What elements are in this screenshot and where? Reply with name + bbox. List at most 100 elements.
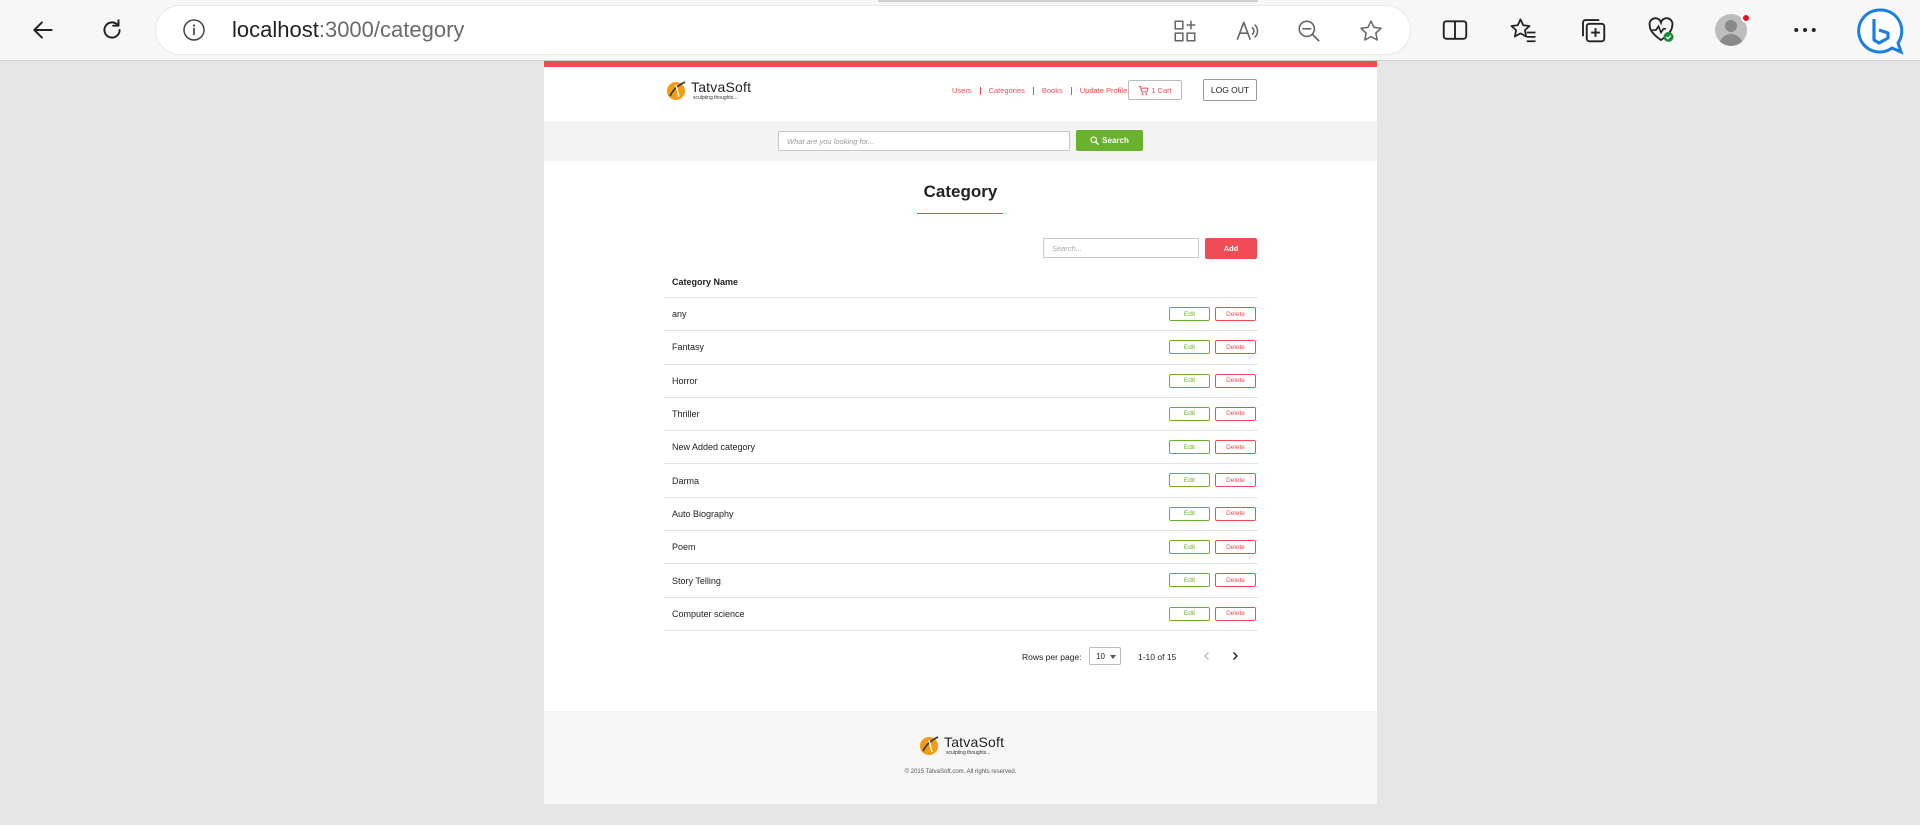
nav-update-profile-link[interactable]: Update Profile [1070,87,1136,95]
read-aloud-icon[interactable] [1234,18,1260,44]
delete-button[interactable]: Delete [1215,307,1256,321]
edit-button[interactable]: Edit [1169,606,1210,621]
logout-button[interactable]: LOG OUT [1203,79,1257,101]
browser-essentials-icon[interactable] [1646,15,1676,45]
chevron-right-icon[interactable] [1228,649,1242,663]
page-title: Category [923,182,998,201]
search-band: What are you looking for... Search [544,121,1377,161]
collections-icon[interactable] [1578,15,1608,45]
header-logo[interactable]: TatvaSoft sculpting thoughts... [664,78,751,102]
footer: TatvaSoft sculpting thoughts... © 2015 T… [544,711,1377,804]
rows-per-page-value: 10 [1096,652,1105,661]
category-name-cell: Horror [672,375,698,386]
table-row: any Edit Delete [664,298,1258,332]
category-name-cell: New Added category [672,442,756,453]
tab-strip-edge [878,0,1258,2]
nav-books-link[interactable]: Books [1032,87,1071,95]
table-row: Poem Edit Delete [664,531,1258,565]
edit-button[interactable]: Edit [1169,473,1210,488]
cart-icon [1138,85,1149,95]
split-screen-icon[interactable] [1440,15,1470,45]
more-icon[interactable] [1790,15,1820,45]
category-table: Category Name any Edit Delete Fantasy Edit De… [664,266,1258,631]
edit-button[interactable]: Edit [1169,406,1210,421]
category-name-cell: Poem [672,542,696,553]
delete-button[interactable]: Delete [1215,540,1256,555]
logo-brand-text: TatvaSoft [691,78,752,95]
edit-button[interactable]: Edit [1169,340,1210,355]
title-underline [917,213,1003,214]
table-row: Story Telling Edit Delete [664,564,1258,598]
edit-button[interactable]: Edit [1169,373,1210,388]
favorite-star-icon[interactable] [1358,18,1384,44]
caret-down-icon [1110,655,1116,659]
cart-button[interactable]: 1 Cart [1128,80,1182,100]
copyright-text: © 2015 TatvaSoft.com. All rights reserve… [904,769,1017,775]
favorites-icon[interactable] [1508,15,1538,45]
table-row: Fantasy Edit Delete [664,331,1258,365]
tatvasoft-logo-icon [917,733,941,757]
column-header-category-name: Category Name [672,276,739,287]
table-row: Computer science Edit Delete [664,598,1258,631]
delete-button[interactable]: Delete [1215,440,1256,455]
main-nav: Users Categories Books Update Profile [944,85,1135,97]
url-path: :3000/category [318,17,465,42]
notification-dot [1741,13,1751,23]
edit-button[interactable]: Edit [1169,506,1210,521]
delete-button[interactable]: Delete [1215,473,1256,488]
category-name-cell: Darma [672,475,700,486]
site-info-icon[interactable] [182,18,206,42]
category-name-cell: Fantasy [672,342,705,353]
category-name-cell: Story Telling [672,575,721,586]
rows-per-page-label: Rows per page: [1022,652,1082,662]
table-header: Category Name [664,266,1258,298]
edit-button[interactable]: Edit [1169,573,1210,588]
table-row: Horror Edit Delete [664,365,1258,398]
chevron-left-icon[interactable] [1200,649,1214,663]
category-name-cell: Computer science [672,608,745,619]
search-button-label: Search [1102,136,1129,145]
edit-button[interactable]: Edit [1169,307,1210,321]
browser-toolbar: localhost:3000/category [0,0,1920,61]
category-name-cell: any [672,309,687,320]
top-accent-bar [544,61,1377,67]
add-category-button[interactable]: Add [1205,238,1257,259]
global-search-input[interactable]: What are you looking for... [778,131,1070,151]
edit-button[interactable]: Edit [1169,540,1210,555]
footer-logo[interactable]: TatvaSoft sculpting thoughts... [917,733,1004,757]
pagination: Rows per page: 10 1-10 of 15 [544,647,1377,667]
nav-users-link[interactable]: Users [944,87,980,95]
delete-button[interactable]: Delete [1215,606,1256,621]
category-search-input[interactable]: Search... [1043,238,1199,258]
back-icon[interactable] [23,10,63,50]
footer-tagline: sculpting thoughts... [946,749,991,756]
table-row: Auto Biography Edit Delete [664,498,1258,532]
app-available-icon[interactable] [1172,18,1198,44]
zoom-out-icon[interactable] [1296,18,1322,44]
edit-button[interactable]: Edit [1169,440,1210,455]
bing-copilot-icon[interactable] [1854,6,1906,56]
rows-per-page-select[interactable]: 10 [1089,647,1121,665]
category-name-cell: Auto Biography [672,508,734,519]
table-row: New Added category Edit Delete [664,431,1258,465]
cart-label: 1 Cart [1151,85,1172,95]
address-bar[interactable]: localhost:3000/category [156,6,1410,54]
table-row: Darma Edit Delete [664,464,1258,498]
footer-brand-text: TatvaSoft [944,733,1005,750]
url-host: localhost [232,17,319,42]
delete-button[interactable]: Delete [1215,573,1256,588]
url-text[interactable]: localhost:3000/category [232,17,464,43]
refresh-icon[interactable] [92,10,132,50]
delete-button[interactable]: Delete [1215,373,1256,388]
nav-categories-link[interactable]: Categories [979,87,1033,95]
delete-button[interactable]: Delete [1215,406,1256,421]
delete-button[interactable]: Delete [1215,340,1256,355]
category-name-cell: Thriller [672,409,700,420]
table-row: Thriller Edit Delete [664,398,1258,432]
logo-tagline: sculpting thoughts... [693,94,738,101]
pagination-range: 1-10 of 15 [1138,652,1177,662]
delete-button[interactable]: Delete [1215,506,1256,521]
search-icon [1090,136,1099,145]
search-button[interactable]: Search [1076,130,1143,151]
tatvasoft-logo-icon [664,78,688,102]
